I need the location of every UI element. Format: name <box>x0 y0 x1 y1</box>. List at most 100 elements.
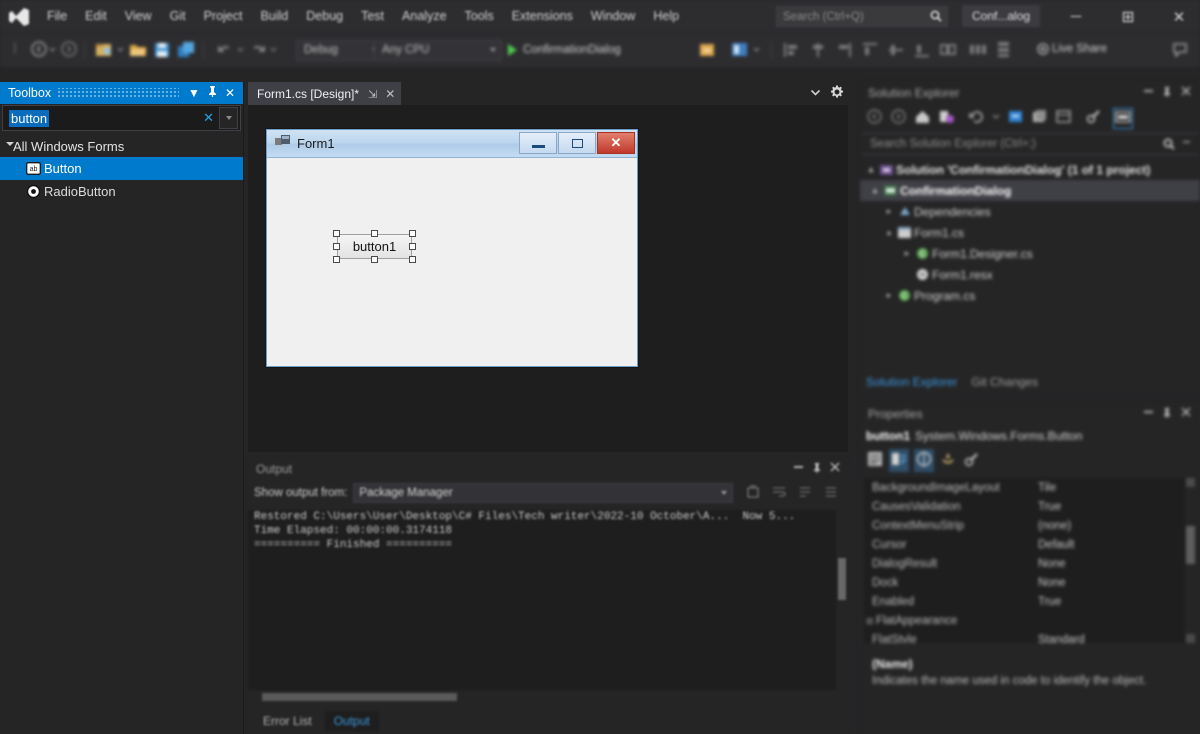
tab-git-changes[interactable]: Git Changes <box>971 375 1038 389</box>
property-row[interactable]: Cursor Default <box>864 535 1196 554</box>
menu-git[interactable]: Git <box>161 0 195 33</box>
menu-test[interactable]: Test <box>352 0 393 33</box>
selection-handle-sw[interactable] <box>333 256 340 263</box>
home-icon[interactable] <box>914 108 931 128</box>
toggle-word-wrap-icon[interactable] <box>771 484 787 503</box>
property-pages-icon[interactable] <box>962 450 980 471</box>
toolbox-drag-grip[interactable] <box>57 88 179 98</box>
maximize-button[interactable] <box>1107 0 1149 33</box>
tab-solution-explorer[interactable]: Solution Explorer <box>866 375 957 389</box>
tab-form1-design[interactable]: Form1.cs [Design]* ⇲ ✕ <box>248 82 402 105</box>
collapse-all-icon[interactable] <box>1007 108 1024 128</box>
menu-build[interactable]: Build <box>251 0 297 33</box>
properties-grid[interactable]: BackgroundImageLayout Tile CausesValidat… <box>864 478 1196 643</box>
expander-icon[interactable]: ▸ <box>900 248 914 259</box>
toolbox-group-all-windows-forms[interactable]: All Windows Forms <box>0 135 243 157</box>
output-vertical-scrollbar[interactable] <box>836 510 848 694</box>
selection-handle-n[interactable] <box>371 230 378 237</box>
solution-explorer-float-icon[interactable] <box>1143 86 1154 100</box>
solution-platform-combo[interactable]: Any CPU <box>374 40 502 61</box>
property-row[interactable]: Enabled True <box>864 592 1196 611</box>
output-source-combo[interactable]: Package Manager <box>353 483 734 503</box>
menu-edit[interactable]: Edit <box>76 0 116 33</box>
property-value[interactable]: None <box>1032 558 1196 570</box>
properties-view-icon[interactable] <box>914 448 934 472</box>
save-all-icon[interactable] <box>176 40 196 60</box>
toolbox-close-icon[interactable]: ✕ <box>221 86 239 100</box>
property-value[interactable]: Standard <box>1032 634 1196 644</box>
property-value[interactable]: Tile <box>1032 482 1196 494</box>
selection-handle-nw[interactable] <box>333 230 340 237</box>
property-row[interactable]: FlatStyle Standard <box>864 630 1196 644</box>
property-value[interactable]: True <box>1032 596 1196 608</box>
navigate-forward-icon[interactable] <box>60 40 80 60</box>
feedback-icon[interactable] <box>1170 40 1190 60</box>
align-tops-icon[interactable] <box>860 40 880 60</box>
menu-view[interactable]: View <box>116 0 161 33</box>
output-pin-icon[interactable] <box>812 462 822 477</box>
properties-float-icon[interactable] <box>1143 407 1154 421</box>
back-icon[interactable] <box>866 108 883 128</box>
tree-item-solution[interactable]: ▴ Solution 'ConfirmationDialog' (1 of 1 … <box>860 159 1200 180</box>
open-file-icon[interactable] <box>128 40 148 60</box>
view-class-diagram-icon[interactable] <box>1055 108 1072 128</box>
expander-icon[interactable]: ▸ <box>882 206 896 217</box>
solution-explorer-pin-icon[interactable] <box>1162 86 1172 101</box>
new-project-dropdown-icon[interactable] <box>116 40 125 60</box>
output-settings-icon[interactable] <box>823 484 839 503</box>
solution-configuration-combo[interactable]: Debug <box>296 40 384 61</box>
close-icon[interactable]: ✕ <box>385 87 395 101</box>
form-close-button[interactable]: ✕ <box>597 132 635 154</box>
preview-selected-items-icon[interactable] <box>1113 107 1133 129</box>
toolbar-overflow-icon[interactable] <box>6 40 26 60</box>
refresh-icon[interactable] <box>968 108 985 128</box>
align-bottoms-icon[interactable] <box>912 40 932 60</box>
menu-help[interactable]: Help <box>644 0 688 33</box>
tab-output[interactable]: Output <box>324 711 379 731</box>
winforms-form-preview[interactable]: Form1 ✕ button1 <box>266 129 638 367</box>
hot-reload-icon[interactable] <box>697 40 717 60</box>
layout-icon[interactable] <box>730 40 750 60</box>
scroll-up-arrow[interactable] <box>1186 478 1195 487</box>
global-search-input[interactable]: Search (Ctrl+Q) <box>776 6 948 27</box>
show-all-files-icon[interactable] <box>1031 108 1048 128</box>
tab-list-dropdown-icon[interactable] <box>810 87 821 101</box>
live-share-label[interactable]: Live Share <box>1052 43 1107 55</box>
property-value[interactable]: True <box>1032 501 1196 513</box>
tree-item-program-cs[interactable]: ▸ C Program.cs <box>860 285 1200 306</box>
expander-icon[interactable]: ▴ <box>864 164 878 175</box>
menu-tools[interactable]: Tools <box>456 0 503 33</box>
horizontal-spacing-icon[interactable] <box>968 40 988 60</box>
tree-item-form1-resx[interactable]: Form1.resx <box>860 264 1200 285</box>
redo-dropdown-icon[interactable] <box>269 40 278 60</box>
toolbox-search-input[interactable]: button ✕ <box>2 105 241 131</box>
align-centers-icon[interactable] <box>808 40 828 60</box>
menu-analyze[interactable]: Analyze <box>393 0 455 33</box>
scrollbar-thumb[interactable] <box>838 558 846 600</box>
properties-object-selector[interactable]: button1 System.Windows.Forms.Button <box>860 425 1200 447</box>
alphabetical-view-icon[interactable] <box>889 448 909 472</box>
output-float-icon[interactable] <box>793 462 804 476</box>
start-debugging-button[interactable]: ConfirmationDialog <box>508 39 630 61</box>
properties-close-icon[interactable] <box>1181 407 1191 420</box>
events-view-icon[interactable] <box>939 450 957 471</box>
selection-handle-w[interactable] <box>333 243 340 250</box>
properties-scrollbar[interactable] <box>1185 478 1196 643</box>
solution-explorer-close-icon[interactable] <box>1181 86 1191 99</box>
menu-debug[interactable]: Debug <box>297 0 352 33</box>
property-value[interactable]: (none) <box>1032 520 1196 532</box>
gear-icon[interactable] <box>830 85 844 102</box>
categorized-view-icon[interactable] <box>866 450 884 471</box>
property-row[interactable]: BackgroundImageLayout Tile <box>864 478 1196 497</box>
clear-output-icon[interactable] <box>745 484 761 503</box>
align-lefts-icon[interactable] <box>782 40 802 60</box>
expander-icon[interactable]: ▸ <box>882 290 896 301</box>
scroll-down-arrow[interactable] <box>1186 634 1195 643</box>
pin-icon[interactable]: ⇲ <box>368 88 377 101</box>
menu-file[interactable]: File <box>38 0 76 33</box>
expander-icon[interactable]: ▴ <box>882 227 896 238</box>
property-row[interactable]: DialogResult None <box>864 554 1196 573</box>
scrollbar-thumb[interactable] <box>1186 526 1195 564</box>
undo-icon[interactable] <box>215 40 235 60</box>
form-maximize-button[interactable] <box>558 132 596 154</box>
